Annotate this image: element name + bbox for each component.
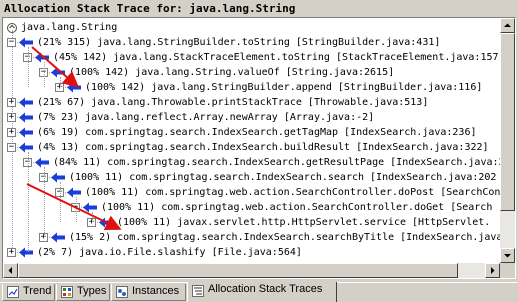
tab-instances[interactable]: Instances (111, 284, 186, 301)
scroll-left-button[interactable] (3, 263, 18, 278)
tree-row-label: (100% 142) java.lang.String.valueOf [Str… (69, 67, 395, 78)
call-arrow-icon (19, 97, 33, 108)
tree-root-label: java.lang.String (21, 22, 118, 33)
stack-trace-tree: java.lang.String − (21% 315) java.lang.St… (3, 18, 500, 263)
scroll-down-button[interactable] (500, 248, 515, 263)
tree-row[interactable]: + (15% 2) com.springtag.search.IndexSearc… (3, 230, 500, 245)
tab-label-allocation-stack-traces: Allocation Stack Traces (208, 283, 323, 295)
expand-icon[interactable]: + (7, 248, 16, 257)
tree-row-label: (100% 11) javax.servlet.http.HttpServlet… (117, 217, 491, 228)
tree-row-label: (15% 2) com.springtag.search.IndexSearch… (69, 232, 500, 243)
call-arrow-icon (19, 247, 33, 258)
tree-row-label: (100% 11) com.springtag.web.action.Searc… (101, 202, 493, 213)
tree-guide-line (60, 77, 61, 87)
tree-row[interactable]: − (21% 315) java.lang.StringBuilder.toStr… (3, 35, 500, 50)
tree-guide-line (92, 212, 93, 222)
tree-row-label: (7% 23) java.lang.reflect.Array.newArray… (37, 112, 375, 123)
call-arrow-icon (67, 187, 81, 198)
call-arrow-icon (19, 37, 33, 48)
collapse-icon[interactable]: − (7, 143, 16, 152)
tree-guide-line (28, 152, 29, 252)
instances-icon (116, 286, 128, 298)
tree-row[interactable]: − (84% 11) com.springtag.search.IndexSear… (3, 155, 500, 170)
vertical-scrollbar[interactable] (500, 18, 515, 263)
expand-icon[interactable]: + (7, 113, 16, 122)
call-arrow-icon (19, 127, 33, 138)
call-arrow-icon (99, 217, 113, 228)
tree-row[interactable]: − (45% 142) java.lang.StackTraceElement.t… (3, 50, 500, 65)
tree-row[interactable]: − (100% 142) java.lang.String.valueOf [St… (3, 65, 500, 80)
tree-row[interactable]: + (21% 67) java.lang.Throwable.printStack… (3, 95, 500, 110)
tab-allocation-stack-traces[interactable]: Allocation Stack Traces (187, 282, 337, 302)
tree-row[interactable]: + (6% 19) com.springtag.search.IndexSearc… (3, 125, 500, 140)
tree-row[interactable]: + (2% 7) java.io.File.slashify [File.java… (3, 245, 500, 260)
vertical-scroll-thumb[interactable] (500, 33, 515, 211)
call-arrow-icon (67, 82, 81, 93)
call-arrow-icon (83, 202, 97, 213)
types-icon (61, 286, 73, 298)
tree-row[interactable]: − (100% 11) com.springtag.web.action.Sear… (3, 200, 500, 215)
call-arrow-icon (35, 52, 49, 63)
stack-traces-icon (192, 285, 204, 297)
tab-label-types: Types (77, 285, 107, 297)
expand-icon[interactable]: + (7, 128, 16, 137)
tree-row-label: (45% 142) java.lang.StackTraceElement.to… (53, 52, 500, 63)
tree-row-label: (21% 67) java.lang.Throwable.printStackT… (37, 97, 429, 108)
trend-icon (7, 286, 19, 298)
tree-row[interactable]: − (100% 11) com.springtag.search.IndexSea… (3, 170, 500, 185)
call-arrow-icon (19, 142, 33, 153)
arrow-up-icon (504, 23, 511, 27)
tree-row-label: (100% 11) com.springtag.search.IndexSear… (69, 172, 497, 183)
scroll-up-button[interactable] (500, 18, 515, 33)
tree-row-label: (2% 7) java.io.File.slashify [File.java:… (37, 247, 302, 258)
scroll-right-button[interactable] (485, 263, 500, 278)
tree-guide-line (44, 167, 45, 237)
tree-row[interactable]: − (4% 13) com.springtag.search.IndexSearc… (3, 140, 500, 155)
panel-title: Allocation Stack Trace for: java.lang.St… (0, 0, 518, 17)
expand-icon[interactable]: + (7, 98, 16, 107)
horizontal-scrollbar[interactable] (3, 263, 500, 278)
arrow-left-icon (8, 267, 12, 274)
tab-trend[interactable]: Trend (2, 284, 55, 301)
call-arrow-icon (51, 172, 65, 183)
tree-row-label: (100% 142) java.lang.StringBuilder.appen… (85, 82, 483, 93)
call-arrow-icon (51, 67, 65, 78)
tree-row-label: (21% 315) java.lang.StringBuilder.toStri… (37, 37, 441, 48)
tree-guide-line (28, 47, 29, 87)
tree-guide-line (76, 197, 77, 222)
tree-row[interactable]: + (100% 142) java.lang.StringBuilder.appe… (3, 80, 500, 95)
tab-label-instances: Instances (132, 285, 180, 297)
profiler-window: Allocation Stack Trace for: java.lang.St… (0, 0, 518, 302)
tree-row-label: (6% 19) com.springtag.search.IndexSearch… (37, 127, 477, 138)
view-tabs: Trend Types Instances Allocation Stack T… (0, 281, 518, 302)
tree-row[interactable]: + (7% 23) java.lang.reflect.Array.newArra… (3, 110, 500, 125)
tree-guide-line (44, 62, 45, 87)
tree-row-label: (84% 11) com.springtag.search.IndexSearc… (53, 157, 500, 168)
call-arrow-icon (35, 157, 49, 168)
horizontal-scroll-thumb[interactable] (18, 263, 458, 278)
call-arrow-icon (51, 232, 65, 243)
tab-label-trend: Trend (23, 285, 52, 297)
tree-row[interactable]: + (100% 11) javax.servlet.http.HttpServle… (3, 215, 500, 230)
tab-types[interactable]: Types (56, 284, 110, 301)
call-arrow-icon (19, 112, 33, 123)
arrow-right-icon (491, 267, 495, 274)
scroll-corner (500, 263, 515, 278)
collapse-icon[interactable]: − (7, 38, 16, 47)
tree-row-label: (100% 11) com.springtag.web.action.Searc… (85, 187, 500, 198)
tree-guide-line (60, 182, 61, 222)
stack-trace-tree-panel: java.lang.String − (21% 315) java.lang.St… (2, 17, 516, 279)
tree-row[interactable]: − (100% 11) com.springtag.web.action.Sear… (3, 185, 500, 200)
arrow-down-icon (504, 254, 511, 258)
tree-row-label: (4% 13) com.springtag.search.IndexSearch… (37, 142, 489, 153)
